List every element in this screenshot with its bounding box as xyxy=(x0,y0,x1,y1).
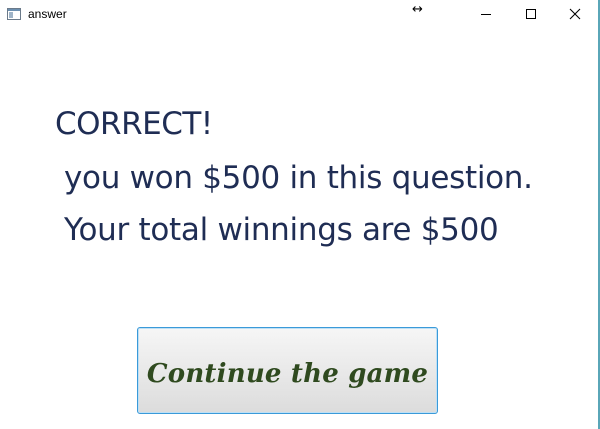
title-bar[interactable]: answer ↔ xyxy=(0,0,598,28)
answer-window: answer ↔ CORRECT! you won $500 in this q… xyxy=(0,0,600,429)
continue-game-label: Continue the game xyxy=(146,358,429,389)
app-window-icon xyxy=(7,7,21,20)
maximize-button[interactable] xyxy=(508,0,554,28)
maximize-icon xyxy=(526,9,536,19)
total-winnings-text: Your total winnings are $500 xyxy=(64,212,499,248)
window-title: answer xyxy=(28,7,67,21)
close-icon xyxy=(569,8,581,20)
result-status-text: CORRECT! xyxy=(55,106,213,142)
resize-cursor-icon: ↔ xyxy=(412,2,423,17)
continue-game-button[interactable]: Continue the game xyxy=(137,327,438,414)
close-button[interactable] xyxy=(552,0,598,28)
question-winnings-text: you won $500 in this question. xyxy=(64,160,533,196)
minimize-icon xyxy=(481,14,491,15)
minimize-button[interactable] xyxy=(463,0,509,28)
